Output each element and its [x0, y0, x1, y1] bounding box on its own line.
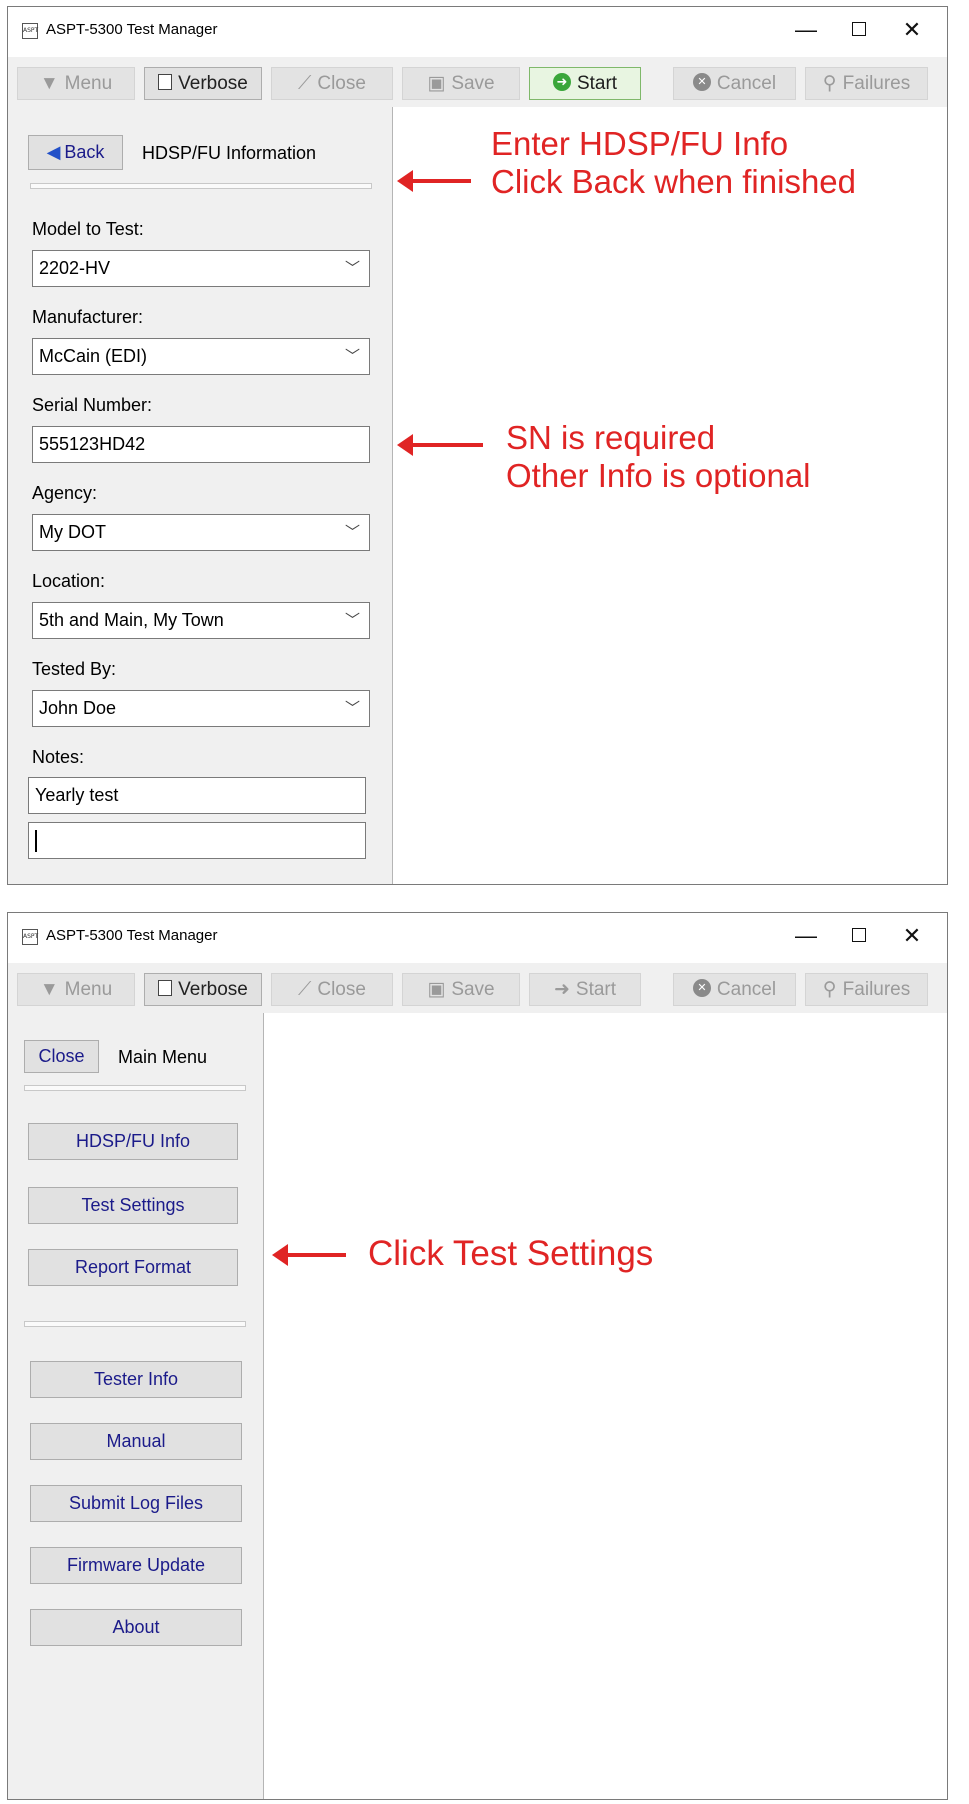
- about-button[interactable]: About: [30, 1609, 242, 1646]
- agency-label: Agency:: [32, 483, 98, 503]
- magnifier-icon: ⚲: [822, 73, 837, 94]
- floppy-icon: ▣: [427, 979, 446, 1000]
- model-select[interactable]: 2202-HV ﹀: [32, 250, 370, 287]
- chevron-down-icon: ﹀: [344, 260, 360, 277]
- model-label: Model to Test:: [32, 219, 144, 239]
- close-button[interactable]: ⟋ Close: [271, 67, 393, 100]
- start-button[interactable]: ➜ Start: [529, 67, 641, 100]
- progress-bar: [24, 1085, 246, 1091]
- submit-log-files-button[interactable]: Submit Log Files: [30, 1485, 242, 1522]
- serial-input[interactable]: 555123HD42: [32, 426, 370, 463]
- chevron-down-icon: ﹀: [344, 612, 360, 629]
- close-button[interactable]: ⟋ Close: [271, 973, 393, 1006]
- annotation-click-test-settings: Click Test Settings: [368, 1234, 654, 1273]
- maximize-button[interactable]: [834, 15, 884, 45]
- tested-by-select[interactable]: John Doe ﹀: [32, 690, 370, 727]
- title-bar: ASPT ASPT-5300 Test Manager — ✕: [8, 7, 947, 57]
- tester-info-button[interactable]: Tester Info: [30, 1361, 242, 1398]
- title-bar: ASPT ASPT-5300 Test Manager — ✕: [8, 913, 947, 963]
- checkbox-icon: [158, 980, 173, 997]
- manufacturer-select[interactable]: McCain (EDI) ﹀: [32, 338, 370, 375]
- content-area: Enter HDSP/FU Info Click Back when finis…: [393, 107, 947, 884]
- back-button[interactable]: ◀ Back: [28, 135, 123, 170]
- test-settings-button[interactable]: Test Settings: [28, 1187, 238, 1224]
- content-area: Click Test Settings: [264, 1013, 947, 1799]
- arrow-right-icon: ➜: [553, 979, 570, 1000]
- window-hdsp-info: ASPT ASPT-5300 Test Manager — ✕ ▼ Menu Ve…: [7, 6, 948, 885]
- toolbar: ▼ Menu Verbose ⟋ Close ▣ Save ➜ Start ✕ Cance…: [8, 963, 947, 1013]
- minimize-button[interactable]: —: [781, 921, 831, 951]
- firmware-update-button[interactable]: Firmware Update: [30, 1547, 242, 1584]
- annotation-sn-required: SN is required: [506, 419, 716, 456]
- text-caret: [35, 830, 37, 853]
- annotation-arrow-icon: [397, 170, 471, 192]
- menu-button[interactable]: ▼ Menu: [17, 973, 135, 1006]
- notes-input-line1[interactable]: Yearly test: [28, 777, 366, 814]
- toolbar: ▼ Menu Verbose ⟋ Close ▣ Save ➜ Start ✕ Cance…: [8, 57, 947, 107]
- report-format-button[interactable]: Report Format: [28, 1249, 238, 1286]
- window-title: ASPT-5300 Test Manager: [46, 927, 218, 944]
- annotation-enter-info: Enter HDSP/FU Info: [491, 125, 789, 162]
- annotation-click-back: Click Back when finished: [491, 163, 856, 200]
- maximize-icon: [852, 928, 866, 943]
- info-panel: ◀ Back HDSP/FU Information Model to Test:…: [8, 107, 393, 884]
- annotation-arrow-icon: [272, 1244, 346, 1266]
- minimize-button[interactable]: —: [781, 15, 831, 45]
- serial-label: Serial Number:: [32, 395, 153, 415]
- window-main-menu: ASPT ASPT-5300 Test Manager — ✕ ▼ Menu Ve…: [7, 912, 948, 1800]
- panel-title: HDSP/FU Information: [142, 143, 317, 163]
- go-arrow-icon: ➜: [552, 73, 571, 92]
- chevron-down-icon: ﹀: [344, 700, 360, 717]
- eraser-icon: ⟋: [298, 73, 312, 94]
- hdsp-fu-info-button[interactable]: HDSP/FU Info: [28, 1123, 238, 1160]
- manual-button[interactable]: Manual: [30, 1423, 242, 1460]
- maximize-icon: [852, 22, 866, 37]
- save-button[interactable]: ▣ Save: [402, 973, 520, 1006]
- floppy-icon: ▣: [427, 73, 446, 94]
- magnifier-icon: ⚲: [822, 979, 837, 1000]
- failures-button[interactable]: ⚲ Failures: [805, 973, 928, 1006]
- agency-select[interactable]: My DOT ﹀: [32, 514, 370, 551]
- manufacturer-label: Manufacturer:: [32, 307, 144, 327]
- chevron-down-icon: ﹀: [344, 524, 360, 541]
- verbose-checkbox[interactable]: Verbose: [144, 973, 262, 1006]
- location-label: Location:: [32, 571, 106, 591]
- cancel-button[interactable]: ✕ Cancel: [673, 67, 796, 100]
- notes-input-line2[interactable]: [28, 822, 366, 859]
- chevron-down-icon: ﹀: [344, 348, 360, 365]
- cancel-icon: ✕: [692, 73, 711, 92]
- close-menu-button[interactable]: Close: [24, 1040, 99, 1073]
- verbose-checkbox[interactable]: Verbose: [144, 67, 262, 100]
- close-window-button[interactable]: ✕: [887, 921, 937, 951]
- divider: [24, 1321, 246, 1327]
- cancel-button[interactable]: ✕ Cancel: [673, 973, 796, 1006]
- notes-label: Notes:: [32, 747, 85, 767]
- location-select[interactable]: 5th and Main, My Town ﹀: [32, 602, 370, 639]
- window-title: ASPT-5300 Test Manager: [46, 21, 218, 38]
- app-icon: ASPT: [22, 23, 38, 39]
- progress-bar: [30, 183, 372, 189]
- triangle-down-icon: ▼: [39, 73, 59, 94]
- cancel-icon: ✕: [692, 979, 711, 998]
- maximize-button[interactable]: [834, 921, 884, 951]
- annotation-other-optional: Other Info is optional: [506, 457, 811, 494]
- arrow-left-icon: ◀: [46, 142, 61, 162]
- app-icon: ASPT: [22, 929, 38, 945]
- panel-title: Main Menu: [118, 1047, 208, 1067]
- checkbox-icon: [158, 74, 173, 91]
- tested-by-label: Tested By:: [32, 659, 117, 679]
- failures-button[interactable]: ⚲ Failures: [805, 67, 928, 100]
- menu-button[interactable]: ▼ Menu: [17, 67, 135, 100]
- close-window-button[interactable]: ✕: [887, 15, 937, 45]
- triangle-down-icon: ▼: [39, 979, 59, 1000]
- main-menu-panel: Close Main Menu HDSP/FU Info Test Settin…: [8, 1013, 264, 1799]
- annotation-arrow-icon: [397, 434, 483, 456]
- save-button[interactable]: ▣ Save: [402, 67, 520, 100]
- start-button[interactable]: ➜ Start: [529, 973, 641, 1006]
- eraser-icon: ⟋: [298, 979, 312, 1000]
